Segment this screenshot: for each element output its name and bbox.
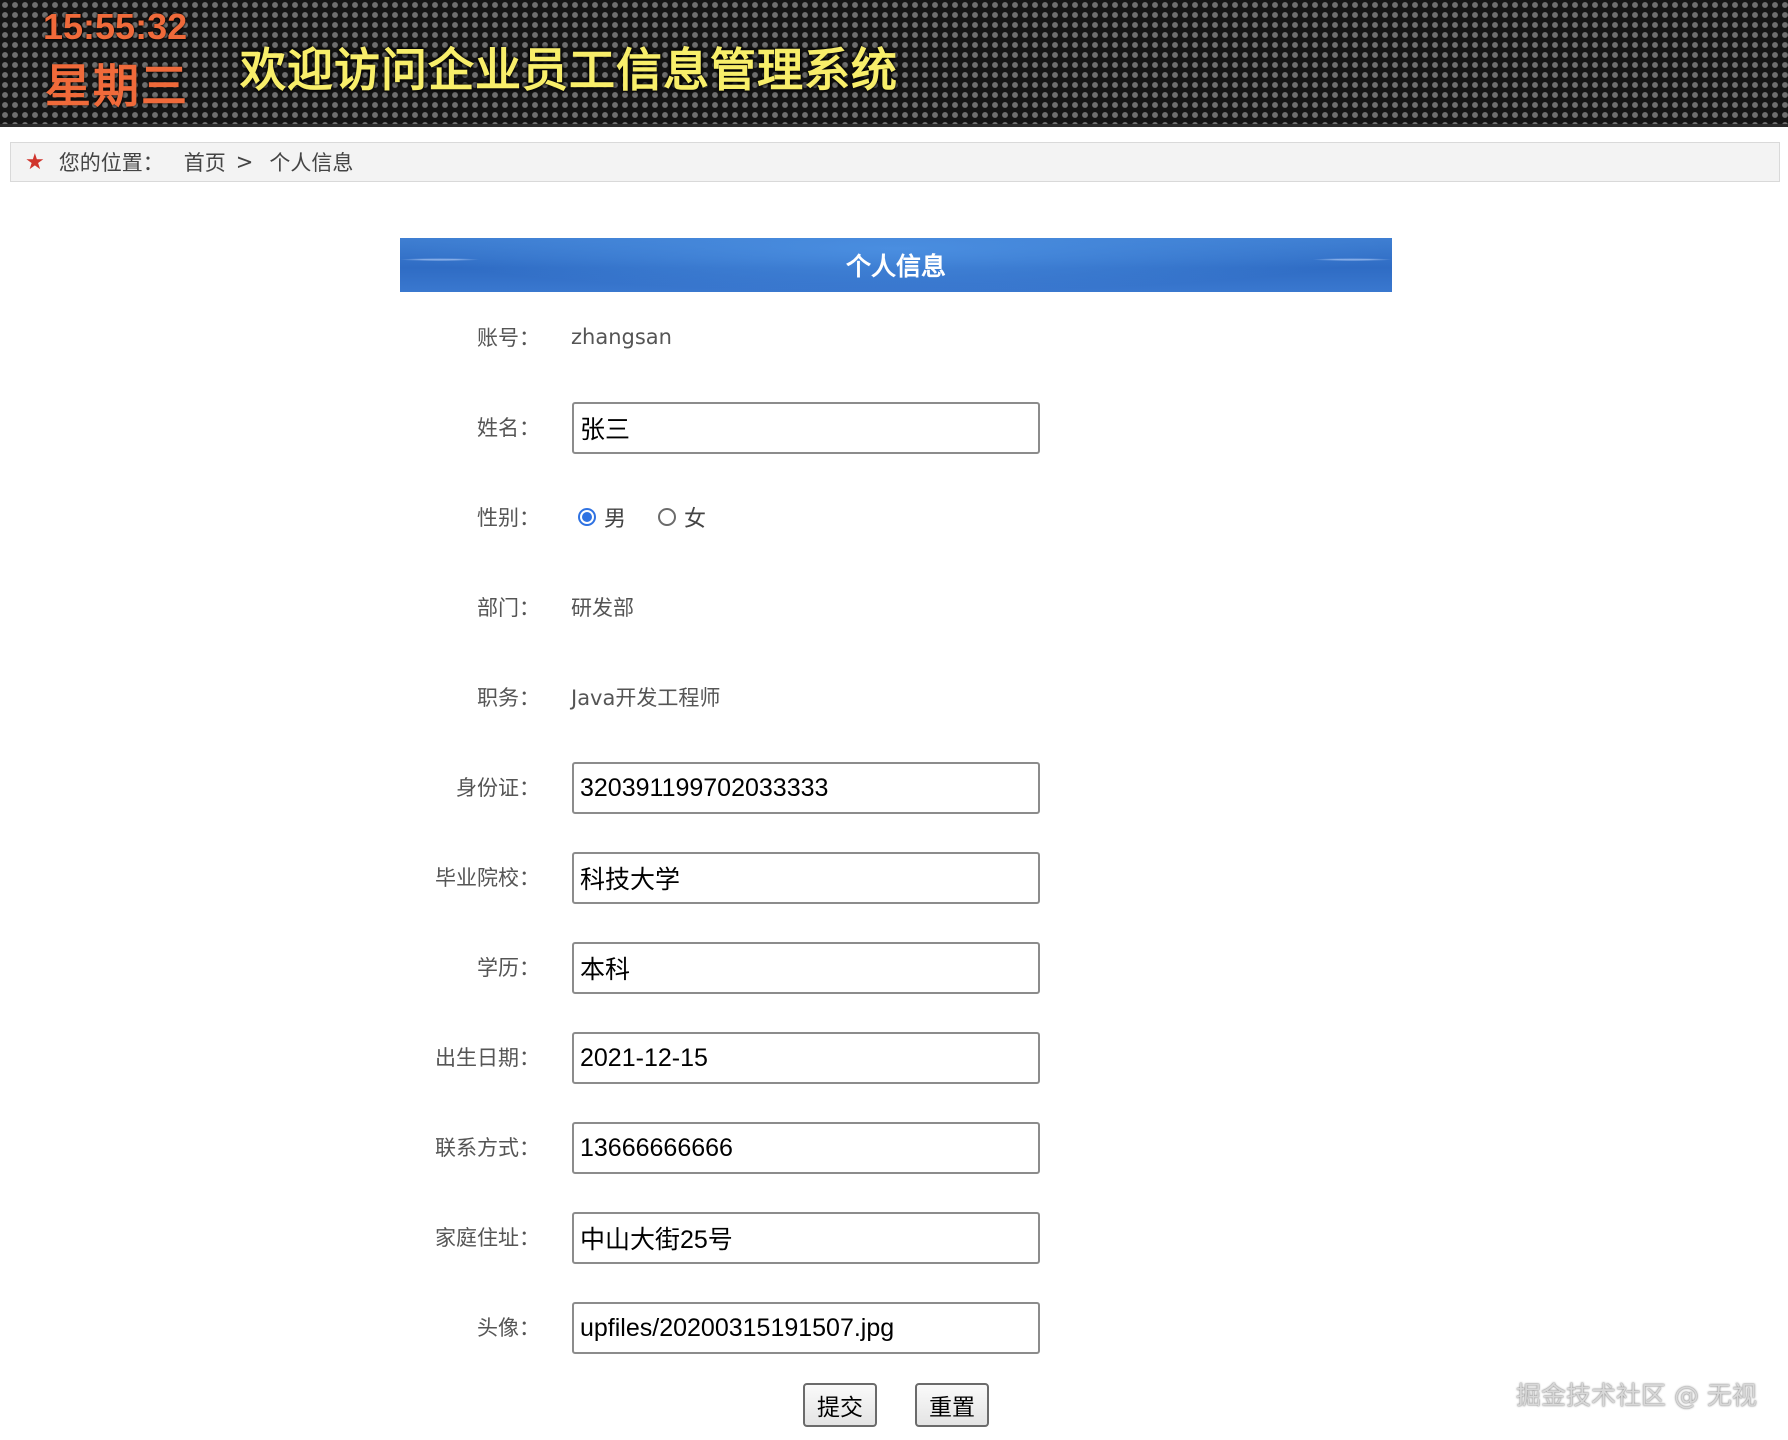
watermark: 掘金技术社区 @ 无视: [1516, 1381, 1757, 1410]
panel-title-bar: 个人信息: [400, 238, 1392, 292]
department-label: 部门：: [477, 596, 540, 620]
account-value: zhangsan: [571, 325, 672, 349]
top-banner: 15:55:32 星期三 欢迎访问企业员工信息管理系统: [0, 0, 1788, 127]
star-icon: ★: [25, 149, 45, 175]
breadcrumb: ★ 您的位置： 首页 > 个人信息: [10, 142, 1780, 182]
school-input[interactable]: 科技大学: [572, 852, 1040, 904]
gender-label: 性别：: [477, 506, 540, 530]
form-row-position: 职务： Java开发工程师: [0, 652, 1788, 742]
gender-radio-group: 男 女: [578, 472, 738, 562]
id-card-input[interactable]: 320391199702033333: [572, 762, 1040, 814]
breadcrumb-separator: >: [235, 150, 254, 174]
form-row-name: 姓名： 张三: [0, 382, 1788, 472]
school-label: 毕业院校：: [435, 866, 540, 890]
form-row-birthday: 出生日期： 2021-12-15: [0, 1012, 1788, 1102]
panel-title: 个人信息: [845, 252, 946, 281]
position-label: 职务：: [477, 686, 540, 710]
form-row-department: 部门： 研发部: [0, 562, 1788, 652]
address-label: 家庭住址：: [435, 1226, 540, 1250]
reset-button[interactable]: 重置: [915, 1383, 989, 1427]
site-title: 欢迎访问企业员工信息管理系统: [240, 43, 898, 97]
form-row-avatar: 头像： upfiles/20200315191507.jpg: [0, 1282, 1788, 1372]
form-row-contact: 联系方式： 13666666666: [0, 1102, 1788, 1192]
form-row-address: 家庭住址： 中山大街25号: [0, 1192, 1788, 1282]
name-label: 姓名：: [477, 416, 540, 440]
submit-button[interactable]: 提交: [803, 1383, 877, 1427]
birthday-label: 出生日期：: [435, 1046, 540, 1070]
gender-option-label: 女: [684, 507, 707, 532]
department-value: 研发部: [571, 596, 634, 620]
form-row-gender: 性别： 男 女: [0, 472, 1788, 562]
education-label: 学历：: [477, 956, 540, 980]
contact-label: 联系方式：: [435, 1136, 540, 1160]
id-card-label: 身份证：: [456, 776, 540, 800]
form-row-id-card: 身份证： 320391199702033333: [0, 742, 1788, 832]
breadcrumb-current: 个人信息: [269, 151, 354, 175]
name-input[interactable]: 张三: [572, 402, 1040, 454]
education-input[interactable]: 本科: [572, 942, 1040, 994]
radio-unchecked-icon[interactable]: [658, 508, 677, 526]
avatar-input[interactable]: upfiles/20200315191507.jpg: [572, 1302, 1040, 1354]
gender-option-female[interactable]: 女: [658, 501, 738, 533]
form-row-account: 账号： zhangsan: [0, 292, 1788, 382]
account-label: 账号：: [477, 326, 540, 350]
gender-option-male[interactable]: 男: [578, 501, 658, 533]
position-value: Java开发工程师: [571, 686, 721, 710]
clock-weekday: 星期三: [45, 59, 189, 113]
contact-input[interactable]: 13666666666: [572, 1122, 1040, 1174]
gender-option-label: 男: [604, 507, 627, 532]
form-row-education: 学历： 本科: [0, 922, 1788, 1012]
breadcrumb-home-link[interactable]: 首页: [184, 147, 226, 177]
clock-widget: 15:55:32 星期三: [30, 0, 190, 118]
avatar-label: 头像：: [477, 1316, 540, 1340]
address-input[interactable]: 中山大街25号: [572, 1212, 1040, 1264]
clock-time: 15:55:32: [43, 6, 188, 47]
radio-checked-icon[interactable]: [578, 508, 596, 526]
birthday-input[interactable]: 2021-12-15: [572, 1032, 1040, 1084]
form-row-school: 毕业院校： 科技大学: [0, 832, 1788, 922]
breadcrumb-prefix: 您的位置：: [58, 151, 164, 175]
